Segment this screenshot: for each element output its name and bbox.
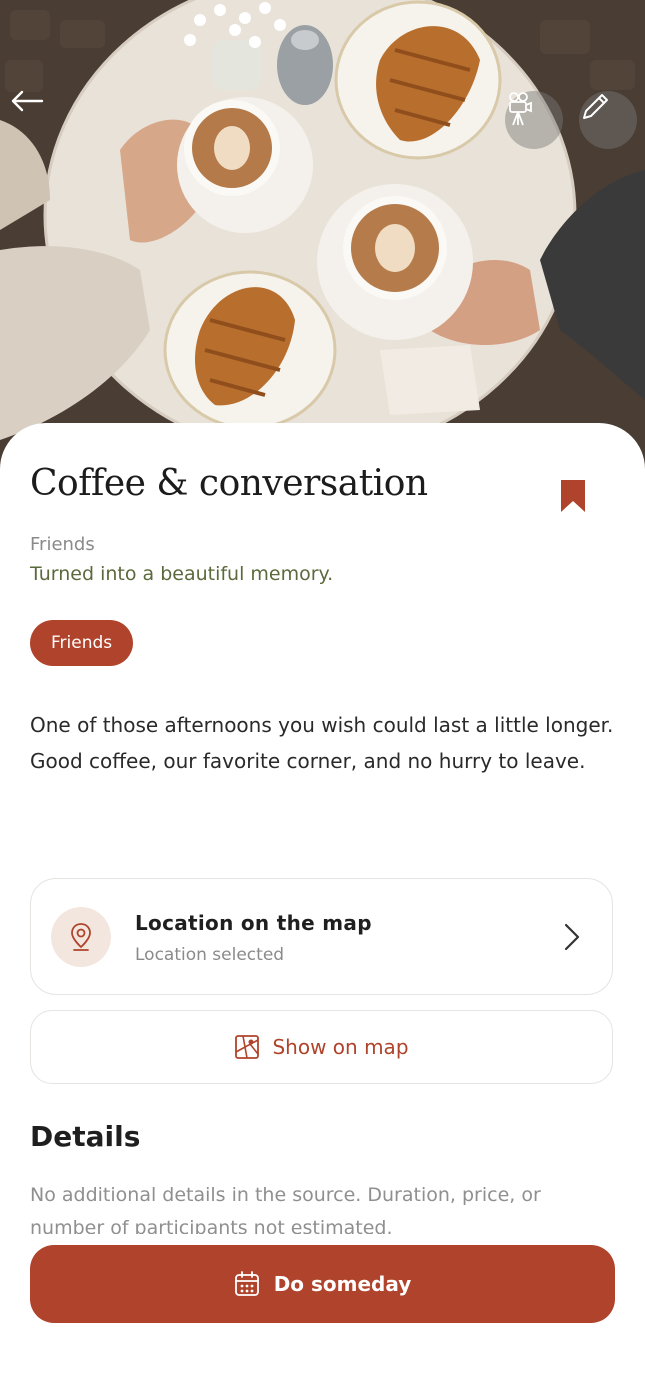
calendar-icon <box>234 1271 259 1296</box>
location-status: Location selected <box>135 945 285 965</box>
show-on-map-button[interactable]: Show on map <box>30 1010 613 1084</box>
bookmark-icon[interactable] <box>559 479 587 513</box>
edit-button[interactable] <box>579 91 637 149</box>
memory-title: Coffee & conversation <box>30 463 428 504</box>
do-someday-label: Do someday <box>273 1272 412 1296</box>
memory-subtitle: Turned into a beautiful memory. <box>30 563 334 585</box>
cafe-table-illustration <box>0 0 645 470</box>
memory-category: Friends <box>30 534 95 555</box>
map-pin-icon <box>71 923 91 951</box>
details-body: No additional details in the source. Dur… <box>30 1184 541 1234</box>
memory-description: One of those afternoons you wish could l… <box>30 713 614 773</box>
memory-detail-sheet: Coffee & conversation Friends Turned int… <box>0 423 645 1398</box>
show-on-map-label: Show on map <box>272 1035 409 1059</box>
map-icon <box>235 1035 260 1059</box>
back-button[interactable] <box>10 90 68 148</box>
movie-camera-icon <box>509 92 532 126</box>
pencil-icon <box>583 94 608 119</box>
location-card[interactable]: Location on the map Location selected <box>30 878 613 995</box>
details-heading: Details <box>30 1120 141 1153</box>
hero-photo <box>0 0 645 470</box>
location-title: Location on the map <box>135 911 372 935</box>
chevron-right-icon <box>564 923 580 951</box>
video-button[interactable] <box>505 91 563 149</box>
tag-chip-friends[interactable]: Friends <box>30 620 134 666</box>
arrow-left-icon <box>11 90 44 112</box>
location-icon-badge <box>51 907 111 967</box>
do-someday-button[interactable]: Do someday <box>30 1245 615 1323</box>
